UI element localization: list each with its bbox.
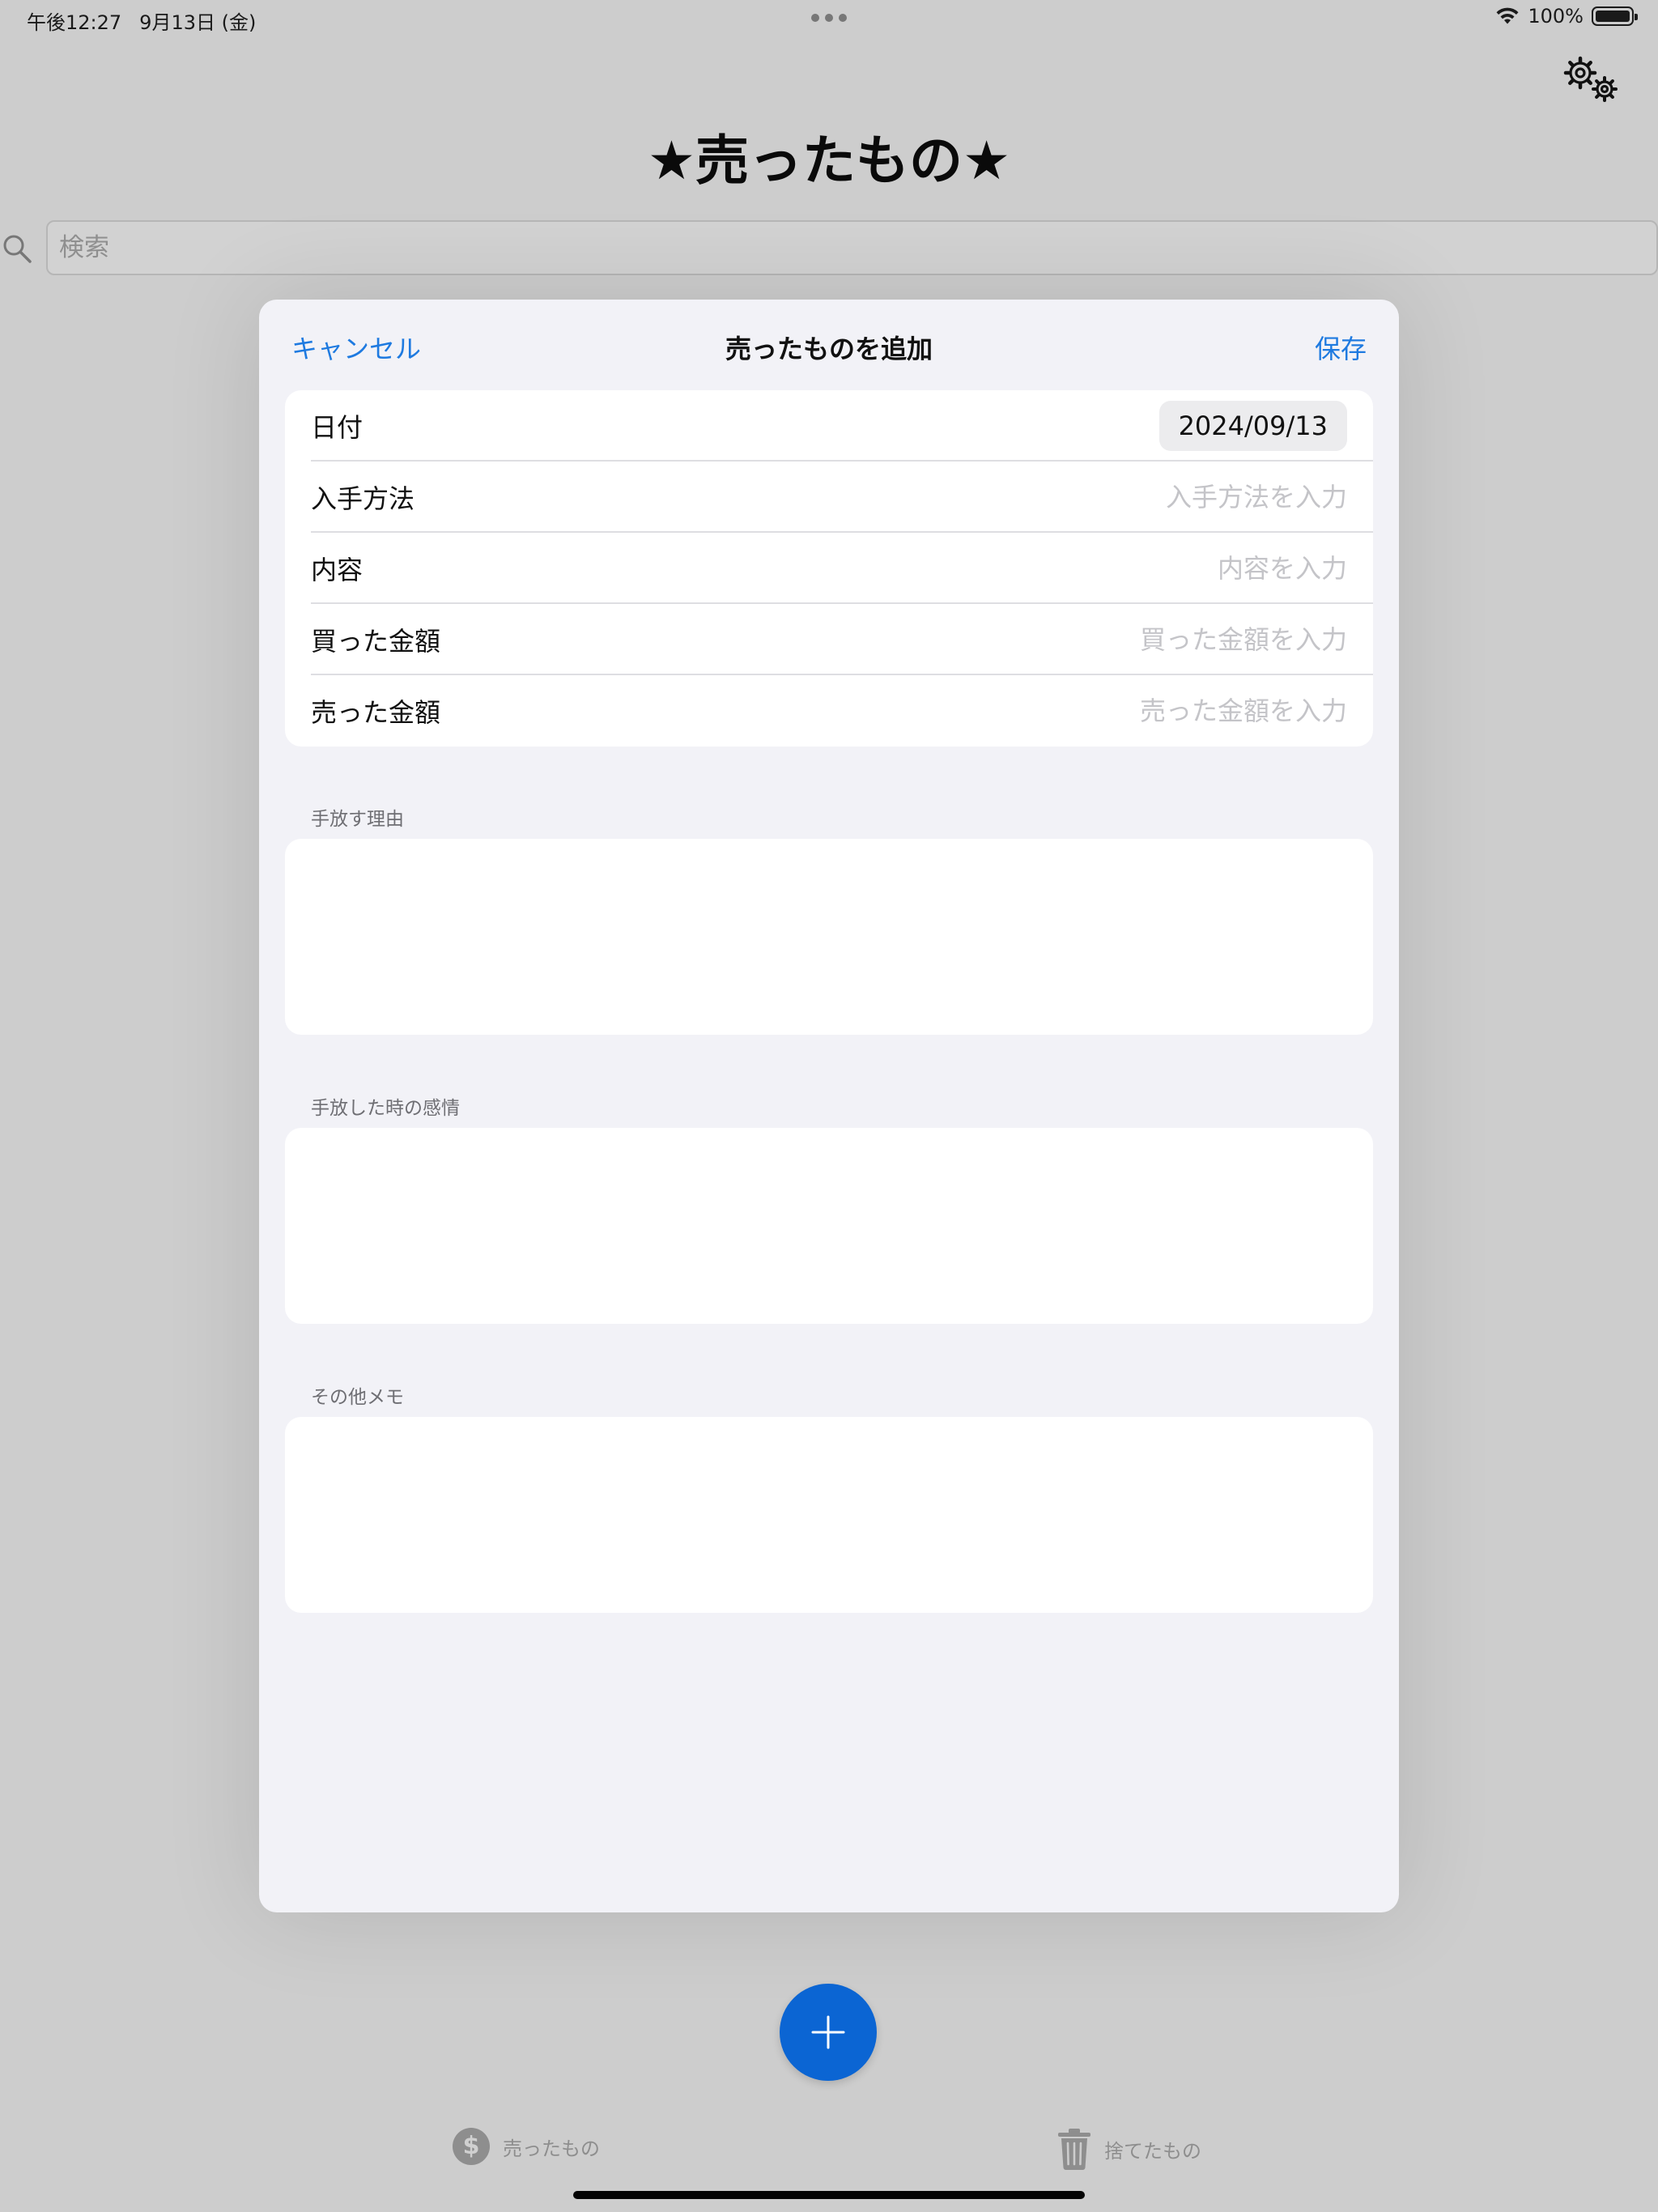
sheet-title: 売ったものを追加 xyxy=(725,334,933,364)
sale-price-label: 売った金額 xyxy=(311,697,441,728)
status-right: 100% xyxy=(1495,5,1638,28)
wifi-icon xyxy=(1496,7,1519,24)
form-row-sale-price: 売った金額 xyxy=(285,675,1373,747)
add-item-button[interactable] xyxy=(780,1984,877,2081)
acquisition-method-input[interactable] xyxy=(414,482,1347,513)
settings-button[interactable] xyxy=(1561,53,1622,105)
form-row-purchase-price: 買った金額 xyxy=(285,604,1373,675)
plus-icon xyxy=(811,2015,845,2049)
form-row-content: 内容 xyxy=(285,533,1373,604)
status-date: 9月13日 (金) xyxy=(139,11,257,34)
cancel-button[interactable]: キャンセル xyxy=(291,329,421,366)
item-details-form: 日付 2024/09/13 入手方法 内容 買った金額 売った金額 xyxy=(285,390,1373,747)
tab-discarded-items-label: 捨てたもの xyxy=(1104,2139,1201,2163)
page-title: ★売ったもの★ xyxy=(647,130,1011,192)
save-button[interactable]: 保存 xyxy=(1315,329,1367,366)
status-time: 午後12:27 xyxy=(27,11,122,34)
battery-icon xyxy=(1592,6,1638,26)
battery-percent: 100% xyxy=(1528,5,1584,28)
search-icon xyxy=(3,235,32,263)
search-input[interactable] xyxy=(46,220,1658,275)
status-left: 午後12:27 9月13日 (金) xyxy=(27,6,256,35)
reason-section-header: 手放す理由 xyxy=(311,809,404,830)
trash-icon xyxy=(1058,2129,1090,2170)
multitasking-dots-icon[interactable] xyxy=(811,14,847,22)
form-row-date: 日付 2024/09/13 xyxy=(285,390,1373,462)
memo-section-header: その他メモ xyxy=(311,1387,404,1408)
form-row-acquisition-method: 入手方法 xyxy=(285,462,1373,533)
status-bar: 午後12:27 9月13日 (金) 100% xyxy=(0,0,1658,39)
purchase-price-label: 買った金額 xyxy=(311,626,441,657)
tab-sold-items-label: 売ったもの xyxy=(503,2137,600,2160)
gears-icon xyxy=(1563,56,1618,102)
sale-price-input[interactable] xyxy=(440,696,1347,726)
content-label: 内容 xyxy=(311,555,363,585)
memo-textarea[interactable] xyxy=(285,1417,1373,1613)
dollar-icon: $ xyxy=(453,2128,490,2165)
tab-discarded-items[interactable]: 捨てたもの xyxy=(1057,2128,1201,2170)
feelings-section-header: 手放した時の感情 xyxy=(311,1098,460,1119)
date-picker[interactable]: 2024/09/13 xyxy=(1158,401,1347,451)
feelings-textarea[interactable] xyxy=(285,1128,1373,1324)
purchase-price-input[interactable] xyxy=(440,624,1347,655)
date-label: 日付 xyxy=(311,412,363,443)
reason-textarea[interactable] xyxy=(285,839,1373,1035)
sheet-header: キャンセル 売ったものを追加 保存 xyxy=(259,300,1399,390)
home-indicator xyxy=(573,2191,1085,2199)
content-input[interactable] xyxy=(363,553,1347,584)
tab-sold-items[interactable]: $ 売ったもの xyxy=(453,2128,600,2165)
add-sold-item-sheet: キャンセル 売ったものを追加 保存 日付 2024/09/13 入手方法 内容 … xyxy=(259,300,1399,1912)
acquisition-method-label: 入手方法 xyxy=(311,483,415,514)
